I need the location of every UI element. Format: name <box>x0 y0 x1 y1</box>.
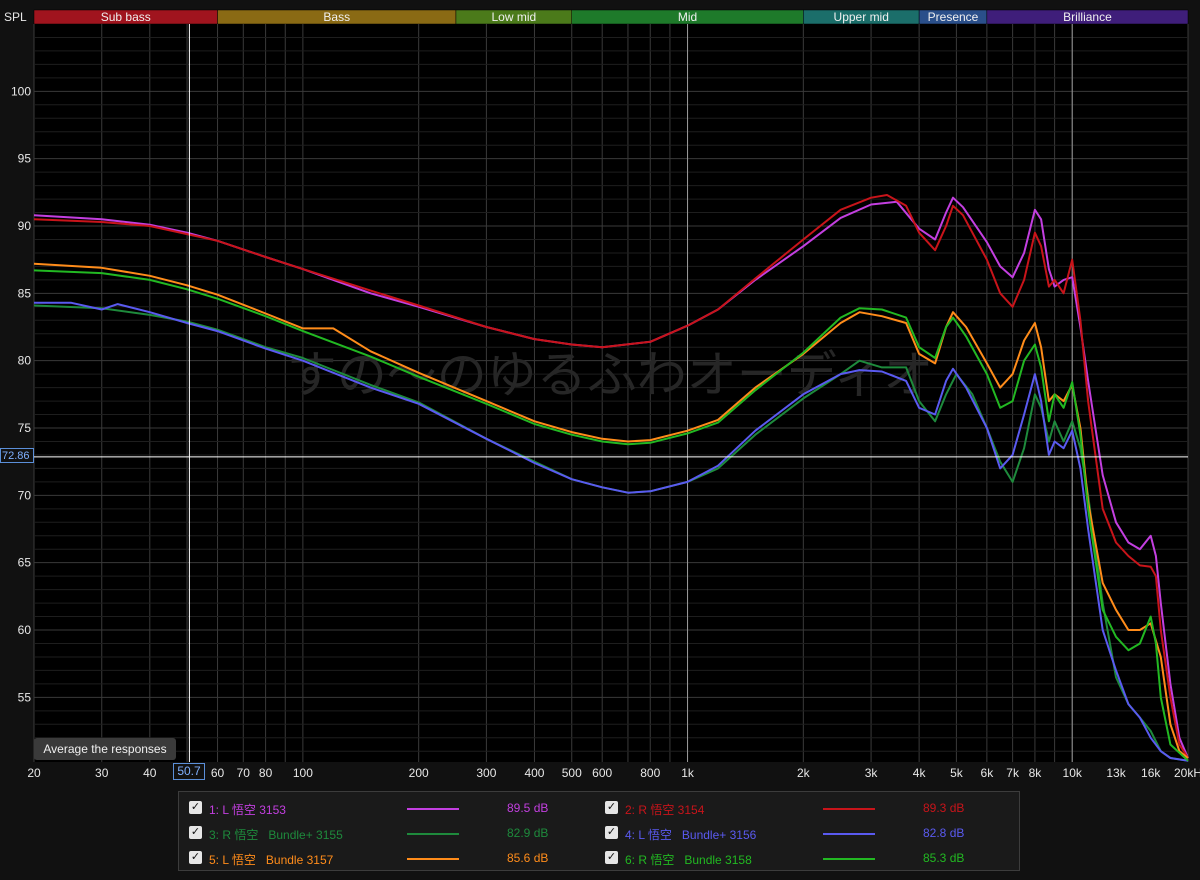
band-label: Brilliance <box>1063 10 1112 24</box>
watermark: すの～のゆるふわオーディオ <box>287 346 934 404</box>
legend-item[interactable]: ✓ 4: L 悟空 Bundle+ 3156 82.8 dB <box>605 823 1005 845</box>
legend-level: 82.9 dB <box>507 826 549 840</box>
x-tick-label: 6k <box>981 766 995 780</box>
y-tick-label: 95 <box>18 152 32 166</box>
x-tick-label: 800 <box>640 766 660 780</box>
x-tick-label: 20kHz <box>1174 766 1200 780</box>
y-tick-label: 90 <box>18 219 32 233</box>
legend-level: 82.8 dB <box>923 826 965 840</box>
legend-swatch <box>407 833 459 835</box>
cursor-spl-readout: 72.86 <box>0 448 34 463</box>
x-tick-label: 600 <box>592 766 612 780</box>
y-axis-title: SPL <box>4 10 27 24</box>
x-tick-label: 80 <box>259 766 273 780</box>
legend-swatch <box>823 833 875 835</box>
x-tick-label: 100 <box>293 766 313 780</box>
band-label: Mid <box>678 10 697 24</box>
average-responses-button[interactable]: Average the responses <box>34 738 176 760</box>
x-tick-label: 4k <box>913 766 927 780</box>
legend-label: 6: R 悟空 Bundle 3158 <box>625 853 752 867</box>
y-tick-label: 80 <box>18 354 32 368</box>
legend-label: 5: L 悟空 Bundle 3157 <box>209 853 334 867</box>
y-tick-label: 100 <box>11 84 31 98</box>
legend-checkbox[interactable]: ✓ <box>605 851 618 864</box>
legend-label: 2: R 悟空 3154 <box>625 803 705 817</box>
legend-item[interactable]: ✓ 1: L 悟空 3153 89.5 dB <box>189 798 589 820</box>
y-tick-label: 85 <box>18 286 32 300</box>
band-label: Low mid <box>491 10 536 24</box>
legend-item[interactable]: ✓ 6: R 悟空 Bundle 3158 85.3 dB <box>605 848 1005 870</box>
y-tick-label: 60 <box>18 623 32 637</box>
x-tick-label: 40 <box>143 766 157 780</box>
x-tick-label: 10k <box>1063 766 1083 780</box>
frequency-bands: Sub bass Bass Low mid Mid Upper mid Presence B… <box>33 9 1189 25</box>
x-tick-label: 200 <box>409 766 429 780</box>
legend-swatch <box>823 808 875 810</box>
x-tick-label: 20 <box>27 766 41 780</box>
x-tick-label: 8k <box>1029 766 1043 780</box>
x-tick-label: 30 <box>95 766 109 780</box>
x-tick-label: 5k <box>950 766 964 780</box>
legend-checkbox[interactable]: ✓ <box>605 801 618 814</box>
x-tick-label: 16k <box>1141 766 1161 780</box>
band-label: Presence <box>928 10 979 24</box>
legend-level: 89.3 dB <box>923 801 965 815</box>
x-tick-label: 3k <box>865 766 879 780</box>
x-tick-label: 2k <box>797 766 811 780</box>
legend-item[interactable]: ✓ 5: L 悟空 Bundle 3157 85.6 dB <box>189 848 589 870</box>
y-tick-label: 65 <box>18 556 32 570</box>
band-label: Sub bass <box>101 10 151 24</box>
legend-level: 85.3 dB <box>923 851 965 865</box>
x-tick-label: 400 <box>524 766 544 780</box>
x-tick-label: 7k <box>1006 766 1020 780</box>
band-label: Upper mid <box>834 10 889 24</box>
x-tick-label: 300 <box>476 766 496 780</box>
y-tick-label: 70 <box>18 488 32 502</box>
legend-checkbox[interactable]: ✓ <box>189 801 202 814</box>
legend-checkbox[interactable]: ✓ <box>189 826 202 839</box>
x-tick-label: 60 <box>211 766 225 780</box>
x-tick-label: 13k <box>1106 766 1126 780</box>
legend-label: 3: R 悟空 Bundle+ 3155 <box>209 828 343 842</box>
legend-swatch <box>823 858 875 860</box>
legend-item[interactable]: ✓ 2: R 悟空 3154 89.3 dB <box>605 798 1005 820</box>
legend-checkbox[interactable]: ✓ <box>189 851 202 864</box>
legend-swatch <box>407 808 459 810</box>
x-tick-label: 1k <box>681 766 695 780</box>
legend-swatch <box>407 858 459 860</box>
legend-label: 4: L 悟空 Bundle+ 3156 <box>625 828 757 842</box>
legend-checkbox[interactable]: ✓ <box>605 826 618 839</box>
frequency-response-chart[interactable]: Sub bass Bass Low mid Mid Upper mid Presence B… <box>0 0 1200 880</box>
y-tick-label: 75 <box>18 421 32 435</box>
legend-item[interactable]: ✓ 3: R 悟空 Bundle+ 3155 82.9 dB <box>189 823 589 845</box>
legend-panel: ✓ 1: L 悟空 3153 89.5 dB ✓ 2: R 悟空 3154 89.3 dB… <box>178 791 1020 871</box>
legend-level: 89.5 dB <box>507 801 549 815</box>
x-tick-label: 500 <box>562 766 582 780</box>
band-label: Bass <box>323 10 350 24</box>
x-tick-label: 70 <box>237 766 251 780</box>
legend-level: 85.6 dB <box>507 851 549 865</box>
legend-label: 1: L 悟空 3153 <box>209 803 286 817</box>
y-tick-label: 55 <box>18 690 32 704</box>
cursor-frequency-readout: 50.7 <box>173 763 205 780</box>
